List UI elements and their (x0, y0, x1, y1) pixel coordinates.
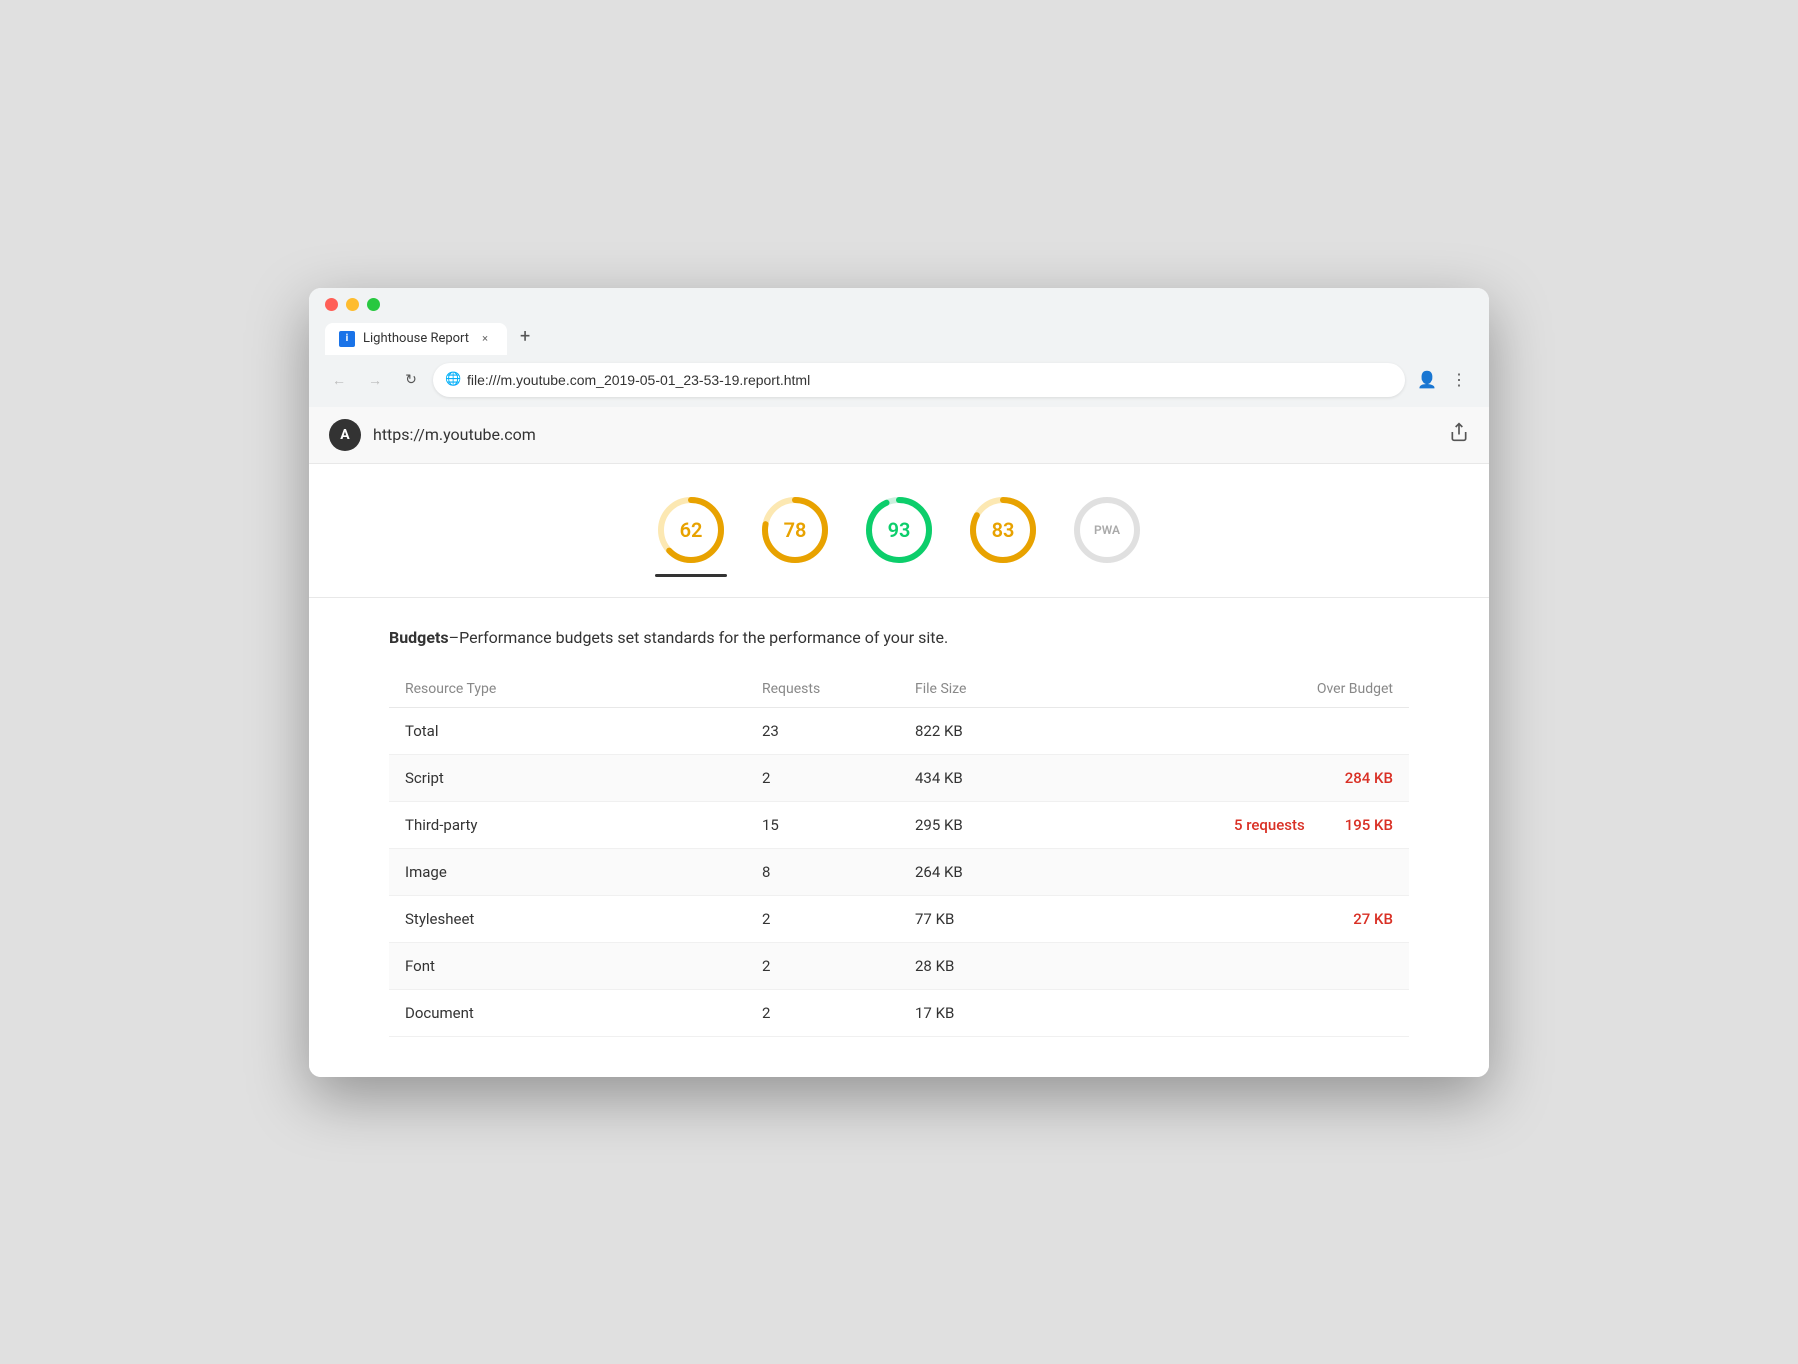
site-header: A https://m.youtube.com (309, 407, 1489, 464)
score-underline-accessibility (759, 574, 831, 577)
tab-favicon: i (339, 331, 355, 347)
budgets-table: Resource Type Requests File Size Over Bu… (389, 671, 1409, 1037)
cell-file-size: 17 KB (899, 989, 1154, 1036)
back-button[interactable]: ← (325, 366, 353, 394)
score-underline-best-practices (863, 574, 935, 577)
score-accessibility[interactable]: 78 (759, 494, 831, 577)
active-tab[interactable]: i Lighthouse Report × (325, 323, 507, 355)
budgets-table-body: Total23822 KBScript2434 KB284 KBThird-pa… (389, 707, 1409, 1036)
address-wrapper: 🌐 (433, 363, 1405, 397)
score-best-practices[interactable]: 93 (863, 494, 935, 577)
cell-resource-type: Document (389, 989, 746, 1036)
table-row: Image8264 KB (389, 848, 1409, 895)
cell-file-size: 28 KB (899, 942, 1154, 989)
col-header-requests: Requests (746, 671, 899, 708)
table-row: Total23822 KB (389, 707, 1409, 754)
forward-button[interactable]: → (361, 366, 389, 394)
cell-file-size: 295 KB (899, 801, 1154, 848)
cell-requests: 8 (746, 848, 899, 895)
address-input[interactable] (433, 363, 1405, 397)
site-logo: A (329, 419, 361, 451)
cell-requests: 2 (746, 895, 899, 942)
budgets-section: Budgets–Performance budgets set standard… (309, 598, 1489, 1077)
over-budget-requests: 5 requests (1234, 816, 1305, 834)
cell-file-size: 822 KB (899, 707, 1154, 754)
table-row: Third-party15295 KB 5 requests 195 KB (389, 801, 1409, 848)
score-circle-seo: 83 (967, 494, 1039, 566)
share-button[interactable] (1449, 422, 1469, 447)
cell-file-size: 264 KB (899, 848, 1154, 895)
score-circle-accessibility: 78 (759, 494, 831, 566)
col-header-file-size: File Size (899, 671, 1154, 708)
table-row: Stylesheet277 KB 27 KB (389, 895, 1409, 942)
cell-requests: 2 (746, 754, 899, 801)
score-underline-pwa (1071, 574, 1143, 577)
score-underline-performance (655, 574, 727, 577)
cell-over-budget (1154, 707, 1409, 754)
score-value-accessibility: 78 (784, 518, 807, 542)
cell-requests: 2 (746, 989, 899, 1036)
site-url: https://m.youtube.com (373, 425, 536, 444)
score-circle-pwa: PWA (1071, 494, 1143, 566)
cell-resource-type: Font (389, 942, 746, 989)
cell-file-size: 434 KB (899, 754, 1154, 801)
toolbar-icons: 👤 ⋮ (1413, 366, 1473, 394)
cell-over-budget: 284 KB (1154, 754, 1409, 801)
browser-window: i Lighthouse Report × + ← → ↻ 🌐 👤 ⋮ A ht… (309, 288, 1489, 1077)
score-underline-seo (967, 574, 1039, 577)
site-logo-area: A https://m.youtube.com (329, 419, 536, 451)
tab-title: Lighthouse Report (363, 331, 469, 346)
cell-over-budget: 27 KB (1154, 895, 1409, 942)
over-budget-size: 284 KB (1345, 769, 1393, 787)
col-header-over-budget: Over Budget (1154, 671, 1409, 708)
traffic-lights (325, 298, 1473, 311)
cell-resource-type: Image (389, 848, 746, 895)
cell-requests: 2 (746, 942, 899, 989)
score-pwa[interactable]: PWA (1071, 494, 1143, 577)
page-content: A https://m.youtube.com (309, 407, 1489, 1077)
minimize-window-button[interactable] (346, 298, 359, 311)
budgets-heading: Budgets–Performance budgets set standard… (389, 628, 1409, 647)
table-header-row: Resource Type Requests File Size Over Bu… (389, 671, 1409, 708)
profile-icon[interactable]: 👤 (1413, 366, 1441, 394)
cell-over-budget (1154, 942, 1409, 989)
score-value-performance: 62 (680, 518, 703, 542)
col-header-resource-type: Resource Type (389, 671, 746, 708)
reload-button[interactable]: ↻ (397, 366, 425, 394)
cell-resource-type: Third-party (389, 801, 746, 848)
score-value-seo: 83 (992, 518, 1015, 542)
cell-resource-type: Total (389, 707, 746, 754)
score-circle-best-practices: 93 (863, 494, 935, 566)
title-bar: i Lighthouse Report × + (309, 288, 1489, 355)
new-tab-button[interactable]: + (509, 321, 541, 353)
score-performance[interactable]: 62 (655, 494, 727, 577)
score-circle-performance: 62 (655, 494, 727, 566)
tab-close-button[interactable]: × (477, 331, 493, 347)
table-row: Document217 KB (389, 989, 1409, 1036)
tabs-row: i Lighthouse Report × + (325, 321, 1473, 355)
globe-icon: 🌐 (445, 372, 461, 387)
scores-section: 62 78 (309, 464, 1489, 598)
cell-file-size: 77 KB (899, 895, 1154, 942)
cell-over-budget: 5 requests 195 KB (1154, 801, 1409, 848)
over-budget-size: 195 KB (1345, 816, 1393, 834)
over-budget-size: 27 KB (1353, 910, 1393, 928)
score-value-best-practices: 93 (888, 518, 911, 542)
table-row: Font228 KB (389, 942, 1409, 989)
cell-resource-type: Script (389, 754, 746, 801)
cell-requests: 23 (746, 707, 899, 754)
maximize-window-button[interactable] (367, 298, 380, 311)
close-window-button[interactable] (325, 298, 338, 311)
cell-over-budget (1154, 989, 1409, 1036)
table-row: Script2434 KB 284 KB (389, 754, 1409, 801)
menu-icon[interactable]: ⋮ (1445, 366, 1473, 394)
score-value-pwa: PWA (1094, 523, 1120, 537)
address-bar: ← → ↻ 🌐 👤 ⋮ (309, 355, 1489, 407)
cell-requests: 15 (746, 801, 899, 848)
cell-over-budget (1154, 848, 1409, 895)
score-seo[interactable]: 83 (967, 494, 1039, 577)
cell-resource-type: Stylesheet (389, 895, 746, 942)
